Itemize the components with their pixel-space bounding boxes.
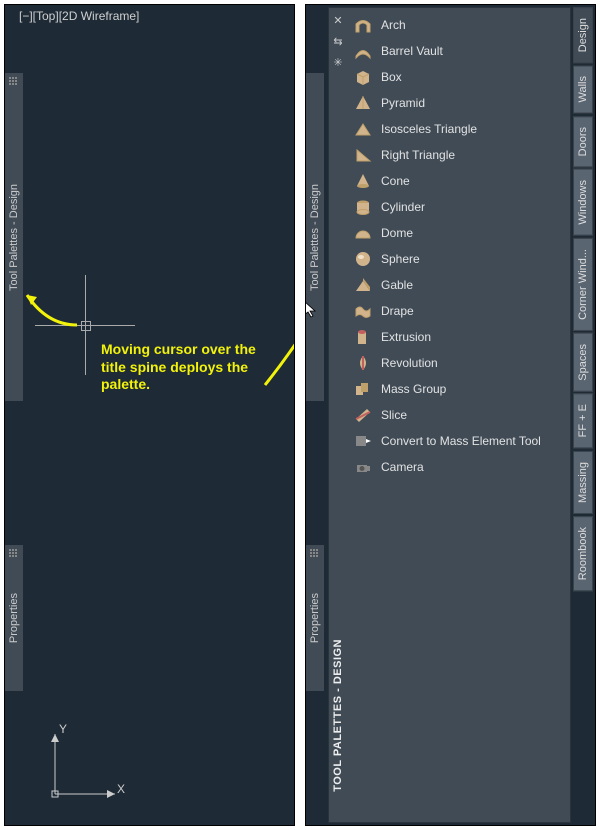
tool-arch[interactable]: Arch <box>349 12 568 38</box>
tool-label: Pyramid <box>381 96 425 110</box>
tool-camera[interactable]: Camera <box>349 454 568 480</box>
arch-icon <box>353 15 373 35</box>
tab-roombook[interactable]: Roombook <box>573 516 593 591</box>
tool-label: Right Triangle <box>381 148 455 162</box>
left-viewport: [−][Top][2D Wireframe] Tool Palettes - D… <box>4 4 295 826</box>
tool-label: Cylinder <box>381 200 425 214</box>
tool-label: Mass Group <box>381 382 446 396</box>
tool-label: Extrusion <box>381 330 431 344</box>
tab-corner-wind-[interactable]: Corner Wind... <box>573 238 593 331</box>
tool-barrel[interactable]: Barrel Vault <box>349 38 568 64</box>
spine-label: Properties <box>8 593 20 643</box>
tool-extrude[interactable]: Extrusion <box>349 324 568 350</box>
box-icon <box>353 67 373 87</box>
tool-dome[interactable]: Dome <box>349 220 568 246</box>
palette-controls: ✕ ⇆ ✳ TOOL PALETTES - DESIGN <box>329 8 347 822</box>
grip-icon[interactable] <box>310 549 320 559</box>
grip-icon[interactable] <box>9 549 19 559</box>
sphere-icon <box>353 249 373 269</box>
ucs-y-label: Y <box>59 722 67 736</box>
tool-label: Barrel Vault <box>381 44 443 58</box>
spine-label: Properties <box>309 593 321 643</box>
spine-label: Tool Palettes - Design <box>309 184 321 291</box>
barrel-icon <box>353 41 373 61</box>
tool-sphere[interactable]: Sphere <box>349 246 568 272</box>
annotation-arrow-left <box>17 275 87 335</box>
tool-label: Convert to Mass Element Tool <box>381 434 541 448</box>
rtri-icon <box>353 145 373 165</box>
tab-doors[interactable]: Doors <box>573 116 593 167</box>
iso-icon <box>353 119 373 139</box>
tool-label: Sphere <box>381 252 420 266</box>
tab-ff-e[interactable]: FF + E <box>573 393 593 448</box>
tool-box[interactable]: Box <box>349 64 568 90</box>
tool-label: Isosceles Triangle <box>381 122 477 136</box>
tool-label: Arch <box>381 18 406 32</box>
cursor-icon <box>305 299 318 319</box>
drape-icon <box>353 301 373 321</box>
tool-pyramid[interactable]: Pyramid <box>349 90 568 116</box>
close-icon[interactable]: ✕ <box>333 14 342 27</box>
auto-hide-icon[interactable]: ⇆ <box>333 35 342 48</box>
tool-iso[interactable]: Isosceles Triangle <box>349 116 568 142</box>
tab-windows[interactable]: Windows <box>573 169 593 236</box>
right-viewport: Tool Palettes - Design Properties ✕ ⇆ ✳ … <box>305 4 596 826</box>
tool-palettes-spine[interactable]: Tool Palettes - Design <box>306 73 324 401</box>
tool-label: Dome <box>381 226 413 240</box>
extrude-icon <box>353 327 373 347</box>
tool-label: Camera <box>381 460 424 474</box>
tool-cyl[interactable]: Cylinder <box>349 194 568 220</box>
gable-icon <box>353 275 373 295</box>
camera-icon <box>353 457 373 477</box>
tool-rev[interactable]: Revolution <box>349 350 568 376</box>
ucs-icon: Y X <box>45 724 125 807</box>
tool-cone[interactable]: Cone <box>349 168 568 194</box>
properties-spine-collapsed[interactable]: Properties <box>306 545 324 691</box>
dome-icon <box>353 223 373 243</box>
pyramid-icon <box>353 93 373 113</box>
grip-icon[interactable] <box>9 77 19 87</box>
palette-tab-strip: DesignWalls DoorsWindowsCorner Wind...Spa… <box>573 7 593 823</box>
tool-label: Gable <box>381 278 413 292</box>
tool-slice[interactable]: Slice <box>349 402 568 428</box>
tool-gable[interactable]: Gable <box>349 272 568 298</box>
ucs-x-label: X <box>117 782 125 796</box>
tool-drape[interactable]: Drape <box>349 298 568 324</box>
tool-rtri[interactable]: Right Triangle <box>349 142 568 168</box>
options-icon[interactable]: ✳ <box>333 56 342 69</box>
viewport-label[interactable]: [−][Top][2D Wireframe] <box>19 9 139 23</box>
tool-palette-panel: ✕ ⇆ ✳ TOOL PALETTES - DESIGN Arch Barrel … <box>328 7 571 823</box>
tool-label: Slice <box>381 408 407 422</box>
tab-walls[interactable]: Walls <box>573 65 593 113</box>
mgroup-icon <box>353 379 373 399</box>
palette-title: TOOL PALETTES - DESIGN <box>332 639 344 792</box>
tab-massing[interactable]: Massing <box>573 451 593 514</box>
cyl-icon <box>353 197 373 217</box>
cone-icon <box>353 171 373 191</box>
tool-label: Box <box>381 70 402 84</box>
annotation-arrow-right <box>257 285 295 395</box>
tool-convert[interactable]: Convert to Mass Element Tool <box>349 428 568 454</box>
rev-icon <box>353 353 373 373</box>
convert-icon <box>353 431 373 451</box>
tool-mgroup[interactable]: Mass Group <box>349 376 568 402</box>
tool-list[interactable]: Arch Barrel Vault Box Pyramid Isosceles Tria… <box>347 8 570 822</box>
tool-label: Cone <box>381 174 410 188</box>
tool-palettes-spine-collapsed[interactable]: Tool Palettes - Design <box>5 73 23 401</box>
annotation-text: Moving cursor over the title spine deplo… <box>101 341 271 394</box>
tab-spaces[interactable]: Spaces <box>573 333 593 392</box>
tool-label: Revolution <box>381 356 438 370</box>
slice-icon <box>353 405 373 425</box>
properties-spine-collapsed[interactable]: Properties <box>5 545 23 691</box>
tool-label: Drape <box>381 304 414 318</box>
tab-design[interactable]: Design <box>573 7 593 63</box>
